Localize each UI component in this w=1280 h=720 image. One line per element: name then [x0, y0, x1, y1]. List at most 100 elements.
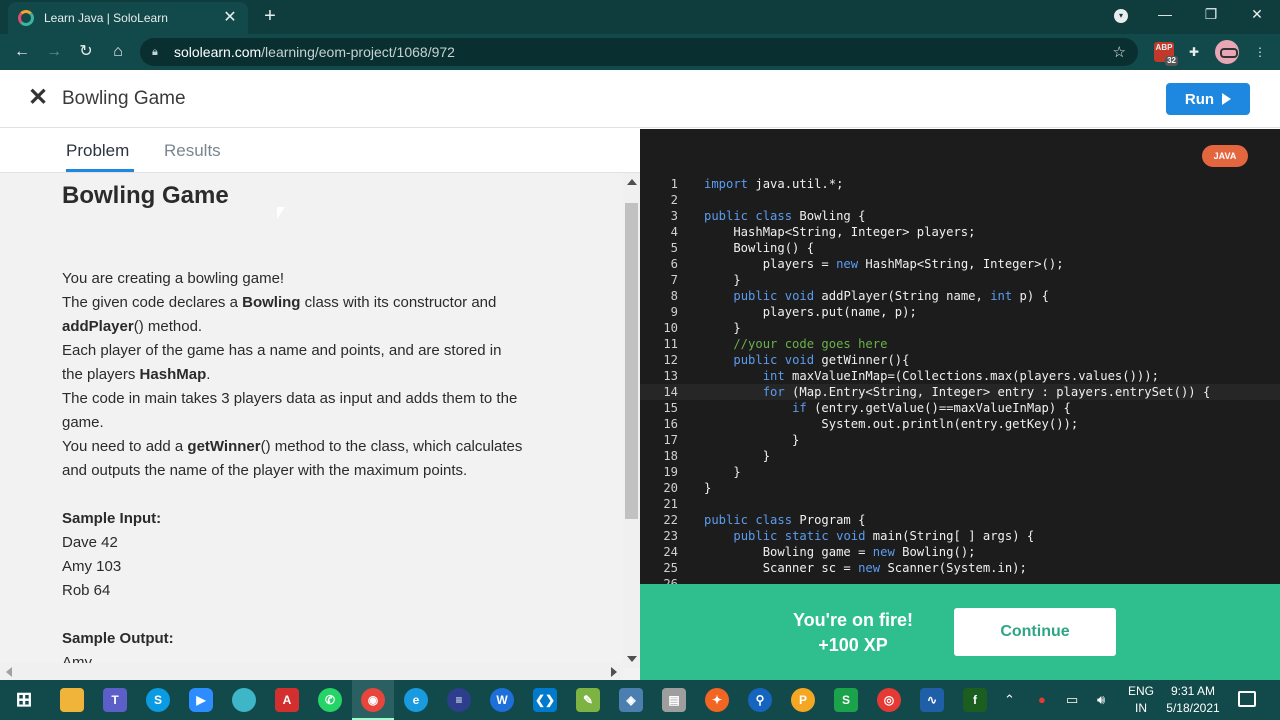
code-text[interactable]: players.put(name, p);: [704, 304, 917, 320]
file-explorer-icon[interactable]: [60, 688, 84, 712]
system-clock[interactable]: 9:31 AM 5/18/2021: [1162, 683, 1224, 717]
code-line[interactable]: 24 Bowling game = new Bowling();: [640, 544, 1280, 560]
code-line[interactable]: 15 if (entry.getValue()==maxValueInMap) …: [640, 400, 1280, 416]
whatsapp-icon[interactable]: ✆: [318, 688, 342, 712]
code-text[interactable]: public void addPlayer(String name, int p…: [704, 288, 1049, 304]
close-icon[interactable]: ✕: [28, 86, 48, 110]
code-text[interactable]: public void getWinner(){: [704, 352, 909, 368]
vscode-icon[interactable]: ❮❯: [533, 688, 557, 712]
word-icon[interactable]: W: [490, 688, 514, 712]
postman-icon[interactable]: ✦: [705, 688, 729, 712]
code-line[interactable]: 26: [640, 576, 1280, 584]
code-line[interactable]: 5 Bowling() {: [640, 240, 1280, 256]
new-tab-button[interactable]: +: [260, 6, 280, 26]
restore-icon[interactable]: ❐: [1201, 6, 1221, 23]
mysql-icon[interactable]: ◈: [619, 688, 643, 712]
browser-tab[interactable]: Learn Java | SoloLearn ✕: [8, 2, 248, 34]
code-text[interactable]: if (entry.getValue()==maxValueInMap) {: [704, 400, 1071, 416]
code-text[interactable]: }: [704, 448, 770, 464]
tab-problem[interactable]: Problem: [66, 141, 129, 161]
windows-start-icon[interactable]: ⊞: [12, 688, 36, 712]
code-line[interactable]: 3 public class Bowling {: [640, 208, 1280, 224]
code-text[interactable]: System.out.println(entry.getKey());: [704, 416, 1078, 432]
scroll-right-icon[interactable]: [611, 667, 617, 677]
chrome-icon[interactable]: ◉: [361, 688, 385, 712]
continue-button[interactable]: Continue: [954, 608, 1116, 656]
code-text[interactable]: for (Map.Entry<String, Integer> entry : …: [704, 384, 1211, 400]
chart-app-icon[interactable]: ∿: [920, 688, 944, 712]
adblock-extension-icon[interactable]: ABP 32: [1154, 42, 1178, 66]
function-app-icon[interactable]: f: [963, 688, 987, 712]
volume-icon[interactable]: 🔊︎: [1097, 692, 1105, 708]
code-text[interactable]: players = new HashMap<String, Integer>()…: [704, 256, 1064, 272]
code-text[interactable]: public class Bowling {: [704, 208, 865, 224]
angular-icon[interactable]: A: [275, 688, 299, 712]
code-text[interactable]: }: [704, 320, 740, 336]
tray-chevron-icon[interactable]: ⌃: [1004, 692, 1015, 708]
code-line[interactable]: 18 }: [640, 448, 1280, 464]
code-line[interactable]: 21: [640, 496, 1280, 512]
code-line[interactable]: 9 players.put(name, p);: [640, 304, 1280, 320]
input-language[interactable]: ENG IN: [1124, 683, 1158, 717]
code-text[interactable]: Bowling() {: [704, 240, 814, 256]
notifications-icon[interactable]: [1238, 691, 1256, 707]
code-line[interactable]: 6 players = new HashMap<String, Integer>…: [640, 256, 1280, 272]
scroll-thumb[interactable]: [625, 203, 638, 519]
zoom-icon[interactable]: ▶: [189, 688, 213, 712]
horizontal-scrollbar[interactable]: [0, 663, 623, 680]
eclipse-icon[interactable]: ≡: [447, 688, 471, 712]
database-icon[interactable]: ▤: [662, 688, 686, 712]
code-line[interactable]: 8 public void addPlayer(String name, int…: [640, 288, 1280, 304]
code-line[interactable]: 23 public static void main(String[ ] arg…: [640, 528, 1280, 544]
reload-icon[interactable]: ↻: [76, 42, 96, 62]
notepad-icon[interactable]: ✎: [576, 688, 600, 712]
code-line[interactable]: 2: [640, 192, 1280, 208]
code-line[interactable]: 13 int maxValueInMap=(Collections.max(pl…: [640, 368, 1280, 384]
code-text[interactable]: }: [704, 432, 799, 448]
skype-icon[interactable]: S: [146, 688, 170, 712]
recorder-icon[interactable]: ◎: [877, 688, 901, 712]
code-line[interactable]: 16 System.out.println(entry.getKey());: [640, 416, 1280, 432]
code-line[interactable]: 10 }: [640, 320, 1280, 336]
record-indicator-icon[interactable]: ●: [1038, 692, 1046, 707]
tab-results[interactable]: Results: [164, 141, 221, 161]
minimize-icon[interactable]: —: [1155, 6, 1175, 22]
code-text[interactable]: public class Program {: [704, 512, 865, 528]
scroll-up-icon[interactable]: [627, 179, 637, 185]
browser-menu-icon[interactable]: ⋮: [1250, 42, 1270, 62]
scroll-left-icon[interactable]: [6, 667, 12, 677]
extensions-puzzle-icon[interactable]: ✚: [1184, 42, 1204, 62]
sheets-icon[interactable]: S: [834, 688, 858, 712]
window-close-icon[interactable]: ✕: [1247, 6, 1267, 23]
code-text[interactable]: //your code goes here: [704, 336, 887, 352]
code-text[interactable]: Scanner sc = new Scanner(System.in);: [704, 560, 1027, 576]
code-line[interactable]: 22 public class Program {: [640, 512, 1280, 528]
address-bar[interactable]: 🔒︎ sololearn.com /learning/eom-project/1…: [140, 38, 1138, 66]
code-line[interactable]: 11 //your code goes here: [640, 336, 1280, 352]
code-line[interactable]: 20}: [640, 480, 1280, 496]
code-line[interactable]: 14 for (Map.Entry<String, Integer> entry…: [640, 384, 1280, 400]
code-text[interactable]: public static void main(String[ ] args) …: [704, 528, 1034, 544]
run-button[interactable]: Run: [1166, 83, 1250, 115]
maps-icon[interactable]: ⚲: [748, 688, 772, 712]
code-text[interactable]: import java.util.*;: [704, 176, 843, 192]
vertical-scrollbar[interactable]: [623, 173, 640, 668]
code-text[interactable]: }: [704, 464, 740, 480]
app-icon[interactable]: [232, 688, 256, 712]
code-text[interactable]: }: [704, 272, 740, 288]
tab-close-icon[interactable]: ✕: [222, 10, 238, 26]
code-text[interactable]: HashMap<String, Integer> players;: [704, 224, 975, 240]
teams-icon[interactable]: T: [103, 688, 127, 712]
code-line[interactable]: 12 public void getWinner(){: [640, 352, 1280, 368]
home-icon[interactable]: ⌂: [108, 42, 128, 62]
forward-icon[interactable]: →: [44, 42, 64, 62]
code-line[interactable]: 17 }: [640, 432, 1280, 448]
code-text[interactable]: int maxValueInMap=(Collections.max(playe…: [704, 368, 1159, 384]
edge-icon[interactable]: e: [404, 688, 428, 712]
code-line[interactable]: 19 }: [640, 464, 1280, 480]
code-text[interactable]: Bowling game = new Bowling();: [704, 544, 976, 560]
code-text[interactable]: }: [704, 480, 711, 496]
code-line[interactable]: 1 import java.util.*;: [640, 176, 1280, 192]
scroll-down-icon[interactable]: [627, 656, 637, 662]
code-line[interactable]: 7 }: [640, 272, 1280, 288]
